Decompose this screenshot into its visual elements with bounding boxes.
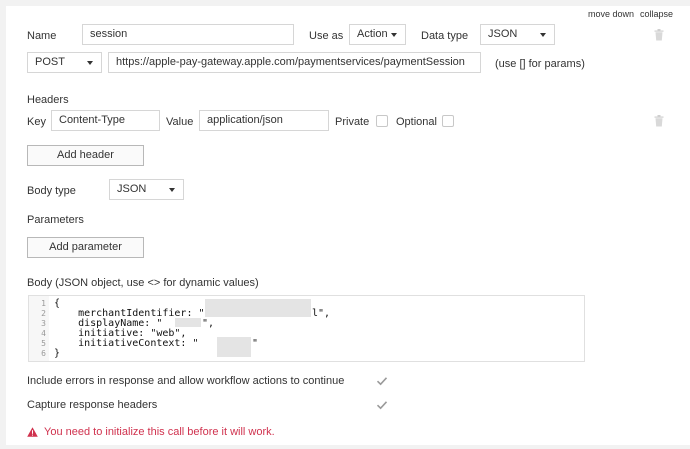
redacted-merchant-identifier (205, 299, 311, 317)
optional-label: Optional (396, 116, 437, 128)
body-type-dropdown[interactable]: JSON (109, 179, 184, 200)
header-value-input[interactable]: application/json (199, 110, 329, 131)
params-hint: (use [] for params) (495, 58, 585, 70)
capture-headers-label: Capture response headers (27, 399, 158, 411)
caret-down-icon (391, 33, 397, 37)
code-line: } (54, 348, 61, 359)
data-type-dropdown[interactable]: JSON (480, 24, 555, 45)
private-checkbox[interactable] (376, 115, 388, 127)
redacted-initiative-context (217, 337, 251, 357)
body-type-value: JSON (117, 183, 147, 195)
include-errors-checkmark-icon[interactable] (376, 375, 388, 387)
body-type-label: Body type (27, 185, 76, 197)
delete-header-trash-icon[interactable] (654, 115, 664, 127)
redacted-display-name (175, 318, 201, 327)
line-number: 1 (41, 299, 46, 308)
url-input[interactable]: https://apple-pay-gateway.apple.com/paym… (108, 52, 481, 73)
caret-down-icon (169, 188, 175, 192)
use-as-label: Use as (309, 30, 344, 42)
move-down-link[interactable]: move down (588, 9, 634, 19)
delete-call-trash-icon[interactable] (654, 29, 664, 41)
optional-checkbox[interactable] (442, 115, 454, 127)
caret-down-icon (540, 33, 546, 37)
add-header-button[interactable]: Add header (27, 145, 144, 166)
private-label: Private (335, 116, 370, 128)
data-type-value: JSON (488, 28, 518, 40)
headers-section-label: Headers (27, 94, 69, 106)
code-line-tail: " (252, 338, 259, 349)
initialize-warning-text: You need to initialize this call before … (44, 426, 275, 438)
code-line: initiativeContext: " (54, 338, 199, 349)
name-input[interactable]: session (82, 24, 294, 45)
body-label: Body (JSON object, use <> for dynamic va… (27, 277, 259, 289)
bottom-panel-strip (0, 445, 690, 449)
top-panel-strip (0, 0, 690, 6)
line-number-gutter: 1 2 3 4 5 6 (29, 296, 49, 361)
http-method-value: POST (35, 56, 65, 68)
add-parameter-button[interactable]: Add parameter (27, 237, 144, 258)
line-number: 3 (41, 319, 46, 328)
line-number: 6 (41, 349, 46, 358)
code-line-tail: ", (202, 318, 215, 329)
line-number: 2 (41, 309, 46, 318)
header-key-input[interactable]: Content-Type (51, 110, 160, 131)
body-code-editor[interactable]: 1 2 3 4 5 6 { merchantIdentifier: " disp… (28, 295, 585, 362)
use-as-value: Action (357, 28, 388, 40)
code-line-tail: l", (312, 308, 331, 319)
use-as-dropdown[interactable]: Action (349, 24, 406, 45)
capture-headers-checkmark-icon[interactable] (376, 399, 388, 411)
name-label: Name (27, 30, 57, 42)
header-value-label: Value (166, 116, 194, 128)
warning-triangle-icon (27, 427, 38, 437)
left-panel-bar (0, 0, 6, 449)
line-number: 5 (41, 339, 46, 348)
parameters-label: Parameters (27, 214, 84, 226)
line-number: 4 (41, 329, 46, 338)
include-errors-label: Include errors in response and allow wor… (27, 375, 345, 387)
data-type-label: Data type (421, 30, 469, 42)
header-key-label: Key (27, 116, 46, 128)
collapse-link[interactable]: collapse (640, 9, 673, 19)
caret-down-icon (87, 61, 93, 65)
http-method-dropdown[interactable]: POST (27, 52, 102, 73)
